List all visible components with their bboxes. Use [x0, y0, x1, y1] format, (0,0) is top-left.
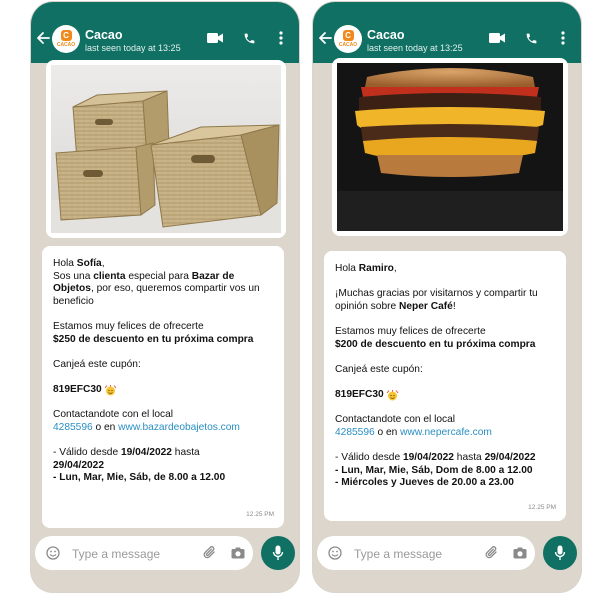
coupon-message: Hola Ramiro, ¡Muchas gracias por visitar…: [324, 251, 566, 521]
coupon-message: Hola Sofía, Sos una clienta especial para…: [42, 246, 284, 528]
mic-button[interactable]: [543, 536, 577, 570]
message-timestamp: 12.25 PM: [528, 504, 556, 512]
party-emoji-icon: [104, 384, 117, 396]
voice-call-icon[interactable]: [243, 32, 256, 45]
attach-icon[interactable]: [485, 546, 499, 560]
chat-header: C CACAO Cacao last seen today at 13:25: [313, 2, 581, 63]
discount-amount: $200 de descuento en tu próxima compra: [335, 338, 536, 350]
more-menu-icon[interactable]: [561, 31, 565, 45]
website-link[interactable]: www.bazardeobajetos.com: [118, 422, 240, 433]
offer-text: Estamos muy felices de ofrecerte $250 de …: [53, 320, 254, 345]
mic-button[interactable]: [261, 536, 295, 570]
website-link[interactable]: www.nepercafe.com: [400, 427, 492, 438]
camera-icon[interactable]: [513, 547, 527, 559]
image-message[interactable]: [332, 58, 568, 236]
video-call-icon[interactable]: [489, 32, 505, 44]
party-emoji-icon: [386, 389, 399, 401]
last-seen-status: last seen today at 13:25: [367, 43, 463, 53]
image-message[interactable]: [46, 60, 286, 238]
contact-name[interactable]: Cacao: [367, 28, 405, 42]
logo-word: CACAO: [56, 42, 76, 48]
customer-name: Sofía: [76, 258, 102, 269]
contact-name[interactable]: Cacao: [85, 28, 123, 42]
voice-call-icon[interactable]: [525, 32, 538, 45]
back-arrow-icon[interactable]: [318, 31, 332, 45]
business-name: Neper Café: [399, 300, 453, 312]
camera-icon[interactable]: [231, 547, 245, 559]
video-call-icon[interactable]: [207, 32, 223, 44]
burger-photo: [337, 63, 563, 231]
contact-info: Contactandote con el local 4285596 o en w…: [335, 414, 492, 438]
avatar[interactable]: C CACAO: [334, 25, 362, 53]
logo-word: CACAO: [338, 42, 358, 48]
message-timestamp: 12.25 PM: [246, 511, 274, 519]
validity-info: - Válido desde 19/04/2022 hasta 29/04/202…: [53, 446, 226, 484]
message-input[interactable]: Type a message: [354, 547, 442, 561]
greeting: Hola Ramiro,: [335, 263, 397, 274]
cacao-logo-icon: C: [60, 30, 72, 41]
attach-icon[interactable]: [203, 546, 217, 560]
phone-number-link[interactable]: 4285596: [335, 427, 375, 438]
redeem-label: Canjeá este cupón:: [335, 363, 423, 375]
woven-baskets-photo: [51, 65, 281, 233]
greeting: Hola Sofía, Sos una clienta especial para…: [53, 258, 260, 307]
customer-name: Ramiro: [358, 263, 394, 274]
last-seen-status: last seen today at 13:25: [85, 43, 181, 53]
more-menu-icon[interactable]: [279, 31, 283, 45]
mic-icon: [272, 545, 284, 560]
message-input-bar[interactable]: Type a message: [35, 536, 253, 570]
phone-chat-right: C CACAO Cacao last seen today at 13:25 H…: [313, 2, 581, 592]
schedule-line: - Miércoles y Jueves de 20.00 a 23.00: [335, 477, 514, 489]
emoji-icon[interactable]: [46, 546, 60, 560]
validity-info: - Válido desde 19/04/2022 hasta 29/04/20…: [335, 451, 536, 489]
avatar[interactable]: C CACAO: [52, 25, 80, 53]
discount-amount: $250 de descuento en tu próxima compra: [53, 333, 254, 345]
redeem-label: Canjeá este cupón:: [53, 358, 141, 370]
emoji-icon[interactable]: [328, 546, 342, 560]
cacao-logo-icon: C: [342, 30, 354, 41]
chat-header: C CACAO Cacao last seen today at 13:25: [31, 2, 299, 63]
mic-icon: [554, 545, 566, 560]
message-input[interactable]: Type a message: [72, 547, 160, 561]
phone-chat-left: C CACAO Cacao last seen today at 13:25 H…: [31, 2, 299, 592]
offer-text: Estamos muy felices de ofrecerte $200 de …: [335, 325, 536, 350]
contact-info: Contactandote con el local 4285596 o en w…: [53, 409, 240, 433]
back-arrow-icon[interactable]: [36, 31, 50, 45]
schedule-line: - Lun, Mar, Mie, Sáb, Dom de 8.00 a 12.0…: [335, 464, 533, 476]
schedule-line: - Lun, Mar, Mie, Sáb, de 8.00 a 12.00: [53, 472, 226, 484]
message-input-bar[interactable]: Type a message: [317, 536, 535, 570]
coupon-code[interactable]: 819EFC30: [335, 389, 556, 402]
coupon-code[interactable]: 819EFC30: [53, 384, 274, 397]
phone-number-link[interactable]: 4285596: [53, 422, 93, 433]
thanks-text: ¡Muchas gracias por visitarnos y compart…: [335, 288, 538, 312]
